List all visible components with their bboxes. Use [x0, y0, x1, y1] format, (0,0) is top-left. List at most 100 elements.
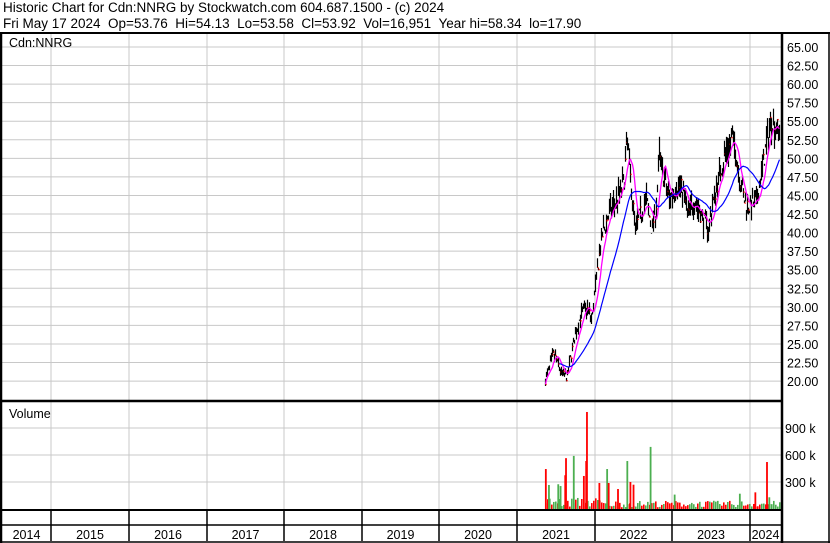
close-tick — [649, 216, 651, 218]
volume-axis: 300 k 600 k 900 k — [785, 422, 816, 490]
volume-spike-bar — [606, 469, 609, 509]
price-tick-label: 30.00 — [787, 301, 818, 315]
year-label: 2016 — [154, 528, 182, 542]
year-label: 2023 — [697, 528, 725, 542]
volume-bar — [723, 502, 725, 509]
close-tick — [748, 209, 750, 211]
close-tick — [747, 200, 749, 203]
volume-bar — [615, 501, 617, 509]
price-tick-label: 65.00 — [787, 41, 818, 55]
volume-bar — [641, 505, 643, 509]
volume-bar — [705, 501, 707, 509]
year-axis: 2014 2015 2016 2017 2018 2019 2020 2021 2022 2023… — [13, 528, 780, 542]
volume-bar — [715, 501, 717, 509]
close-tick — [566, 379, 568, 382]
volume-bar — [689, 504, 691, 509]
volume-bar — [637, 503, 639, 509]
volume-bar — [671, 502, 673, 509]
volume-tick-label: 300 k — [785, 476, 816, 490]
year-label: 2019 — [387, 528, 415, 542]
close-tick — [555, 354, 557, 357]
close-tick — [700, 221, 702, 223]
volume-bar — [697, 503, 699, 509]
volume-bar — [775, 504, 777, 509]
volume-bar — [579, 505, 581, 509]
year-label: 2015 — [76, 528, 104, 542]
volume-bar — [575, 499, 577, 509]
volume-spike-bar — [766, 462, 768, 509]
volume-bar — [779, 502, 781, 509]
close-tick — [572, 345, 574, 348]
volume-bar — [725, 504, 727, 509]
volume-spike-bar — [607, 482, 610, 509]
close-tick — [637, 218, 639, 221]
volume-bar — [601, 502, 603, 509]
volume-bar — [635, 506, 637, 509]
volume-spike-bar — [738, 493, 741, 509]
volume-bar — [745, 505, 747, 509]
volume-bar — [713, 500, 715, 509]
volume-bar — [773, 500, 775, 509]
price-tick-label: 22.50 — [787, 357, 818, 371]
volume-bar — [701, 506, 703, 509]
volume-bar — [679, 502, 681, 509]
volume-bar — [751, 506, 753, 509]
volume-bar — [719, 503, 721, 509]
close-tick — [640, 206, 642, 208]
volume-bar — [707, 501, 709, 509]
volume-bar — [619, 502, 621, 509]
close-tick — [571, 357, 573, 360]
volume-bar — [761, 503, 763, 509]
volume-bar — [613, 505, 615, 509]
close-tick — [681, 178, 683, 181]
volume-bar — [743, 505, 745, 509]
volume-bar — [661, 504, 663, 509]
price-tick-label: 20.00 — [787, 375, 818, 389]
volume-spike-bar — [544, 469, 547, 509]
volume-bar — [699, 501, 701, 509]
grid — [2, 34, 781, 509]
volume-bar — [569, 506, 571, 509]
volume-bar — [693, 504, 695, 509]
volume-bar — [711, 502, 713, 509]
volume-bar — [703, 506, 705, 509]
volume-bar — [717, 500, 719, 509]
volume-bar — [567, 500, 569, 509]
volume-bars — [544, 411, 781, 509]
volume-spike-bar — [768, 497, 771, 509]
volume-bar — [591, 503, 593, 509]
price-tick-label: 62.50 — [787, 60, 818, 74]
volume-tick-label: 900 k — [785, 422, 816, 436]
close-tick — [715, 198, 717, 200]
volume-bar — [777, 506, 779, 509]
symbol-label: Cdn:NNRG — [9, 36, 72, 50]
volume-spike-bar — [557, 484, 560, 509]
volume-bar — [645, 505, 647, 509]
volume-bar — [553, 501, 555, 509]
price-tick-label: 40.00 — [787, 227, 818, 241]
volume-bar — [643, 504, 645, 509]
price-tick-label: 32.50 — [787, 282, 818, 296]
volume-bar — [737, 504, 739, 509]
price-axis: 20.00 22.50 25.00 27.50 30.00 32.50 35.00 37.50… — [787, 41, 818, 389]
volume-bar — [691, 502, 693, 509]
year-label: 2014 — [13, 528, 41, 542]
volume-spike-bar — [632, 484, 635, 509]
historic-chart: Cdn:NNRG Volume 20.00 22.50 25.00 27.50 30.0… — [0, 32, 830, 543]
volume-bar — [759, 504, 761, 509]
volume-bar — [665, 500, 667, 509]
close-tick — [763, 153, 765, 156]
volume-bar — [655, 501, 657, 509]
volume-spike-bar — [572, 455, 575, 509]
price-tick-label: 55.00 — [787, 115, 818, 129]
close-tick — [770, 116, 772, 119]
close-tick — [653, 221, 655, 223]
volume-tick-label: 600 k — [785, 449, 816, 463]
volume-bar — [667, 502, 669, 509]
volume-label: Volume — [9, 407, 51, 421]
volume-bar — [657, 507, 659, 509]
volume-bar — [653, 502, 655, 509]
volume-spike-bar — [754, 492, 757, 509]
close-tick — [580, 320, 582, 322]
price-tick-label: 25.00 — [787, 338, 818, 352]
